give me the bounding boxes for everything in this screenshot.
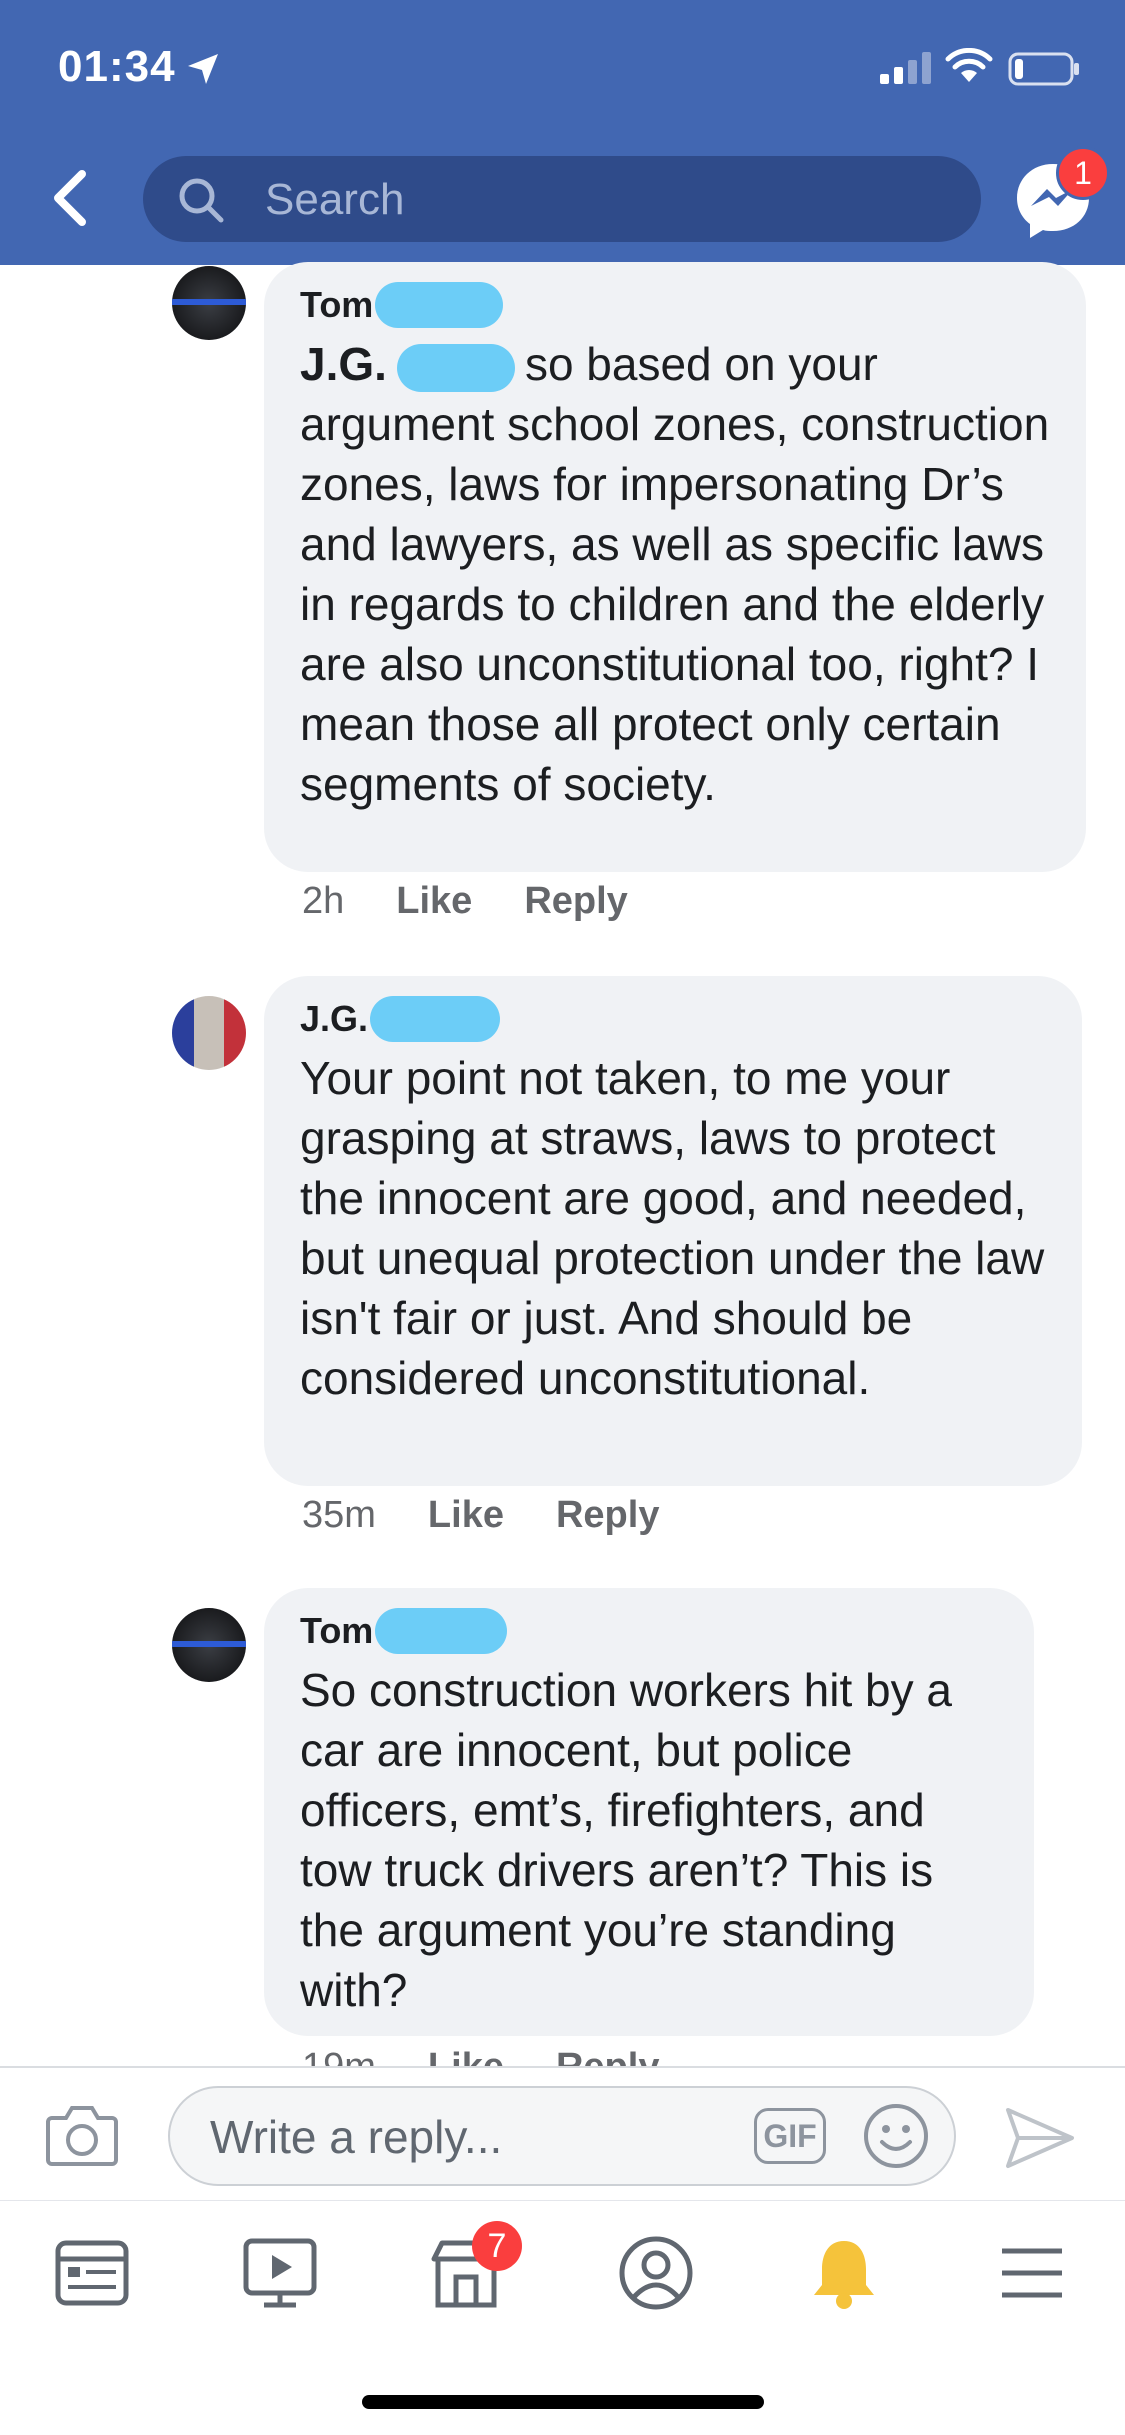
like-button[interactable]: Like — [428, 1494, 504, 1537]
author-name[interactable]: Tom — [300, 284, 373, 326]
redaction-mark — [375, 1608, 508, 1654]
signal-icon — [880, 52, 931, 84]
avatar[interactable] — [172, 1608, 246, 1682]
redaction-mark — [375, 282, 504, 328]
comment-text: Your point not taken, to me your graspin… — [300, 1052, 1045, 1404]
send-icon[interactable] — [1004, 2106, 1076, 2170]
reply-composer: GIF — [0, 2066, 1125, 2202]
author-name[interactable]: Tom — [300, 1610, 373, 1652]
emoji-icon[interactable] — [862, 2102, 930, 2170]
notifications-icon[interactable] — [804, 2233, 884, 2313]
avatar[interactable] — [172, 996, 246, 1070]
comment-bubble[interactable]: Tom So construction workers hit by a car… — [264, 1588, 1034, 2036]
location-arrow-icon — [188, 54, 218, 84]
back-chevron-icon[interactable] — [48, 168, 92, 228]
comment-bubble[interactable]: J.G. Your point not taken, to me your gr… — [264, 976, 1082, 1486]
comment-actions: 35m Like Reply — [302, 1494, 711, 1537]
watch-icon[interactable] — [240, 2233, 320, 2313]
like-button[interactable]: Like — [396, 880, 472, 923]
status-time: 01:34 — [58, 42, 176, 91]
comment-time[interactable]: 2h — [302, 880, 344, 923]
comment-author[interactable]: Tom — [300, 282, 1050, 328]
news-feed-icon[interactable] — [52, 2233, 132, 2313]
reply-field[interactable]: GIF — [168, 2086, 956, 2186]
search-bar[interactable] — [143, 156, 981, 244]
reply-button[interactable]: Reply — [556, 1494, 659, 1537]
mention-tag[interactable]: J.G. — [300, 338, 387, 390]
wifi-icon — [945, 48, 993, 82]
comment-bubble[interactable]: Tom J.G. so based on your argument school… — [264, 262, 1086, 872]
redaction-mark — [396, 343, 515, 392]
comment-author[interactable]: Tom — [300, 1608, 998, 1654]
comment-body: so based on your argument school zones, … — [300, 338, 1050, 810]
messenger-badge: 1 — [1056, 146, 1110, 200]
marketplace-badge: 7 — [472, 2221, 522, 2271]
search-icon — [179, 178, 224, 223]
top-bar: 01:34 1 — [0, 0, 1125, 265]
comment-text: So construction workers hit by a car are… — [300, 1664, 952, 2016]
author-name[interactable]: J.G. — [300, 998, 368, 1040]
profile-icon[interactable] — [616, 2233, 696, 2313]
comment-actions: 2h Like Reply — [302, 880, 680, 923]
gif-button[interactable]: GIF — [754, 2108, 826, 2164]
home-indicator[interactable] — [362, 2395, 764, 2409]
menu-icon[interactable] — [992, 2233, 1072, 2313]
redaction-mark — [370, 996, 501, 1042]
comment-text: J.G. so based on your argument school zon… — [300, 334, 1050, 814]
bottom-tab-bar: 7 — [0, 2200, 1125, 2341]
avatar[interactable] — [172, 266, 246, 340]
comment-time[interactable]: 35m — [302, 1494, 376, 1537]
comment-author[interactable]: J.G. — [300, 996, 1046, 1042]
reply-button[interactable]: Reply — [524, 880, 627, 923]
camera-icon[interactable] — [46, 2102, 118, 2166]
battery-icon — [1008, 52, 1079, 86]
reply-input[interactable] — [208, 2088, 692, 2186]
search-input[interactable] — [263, 156, 947, 244]
